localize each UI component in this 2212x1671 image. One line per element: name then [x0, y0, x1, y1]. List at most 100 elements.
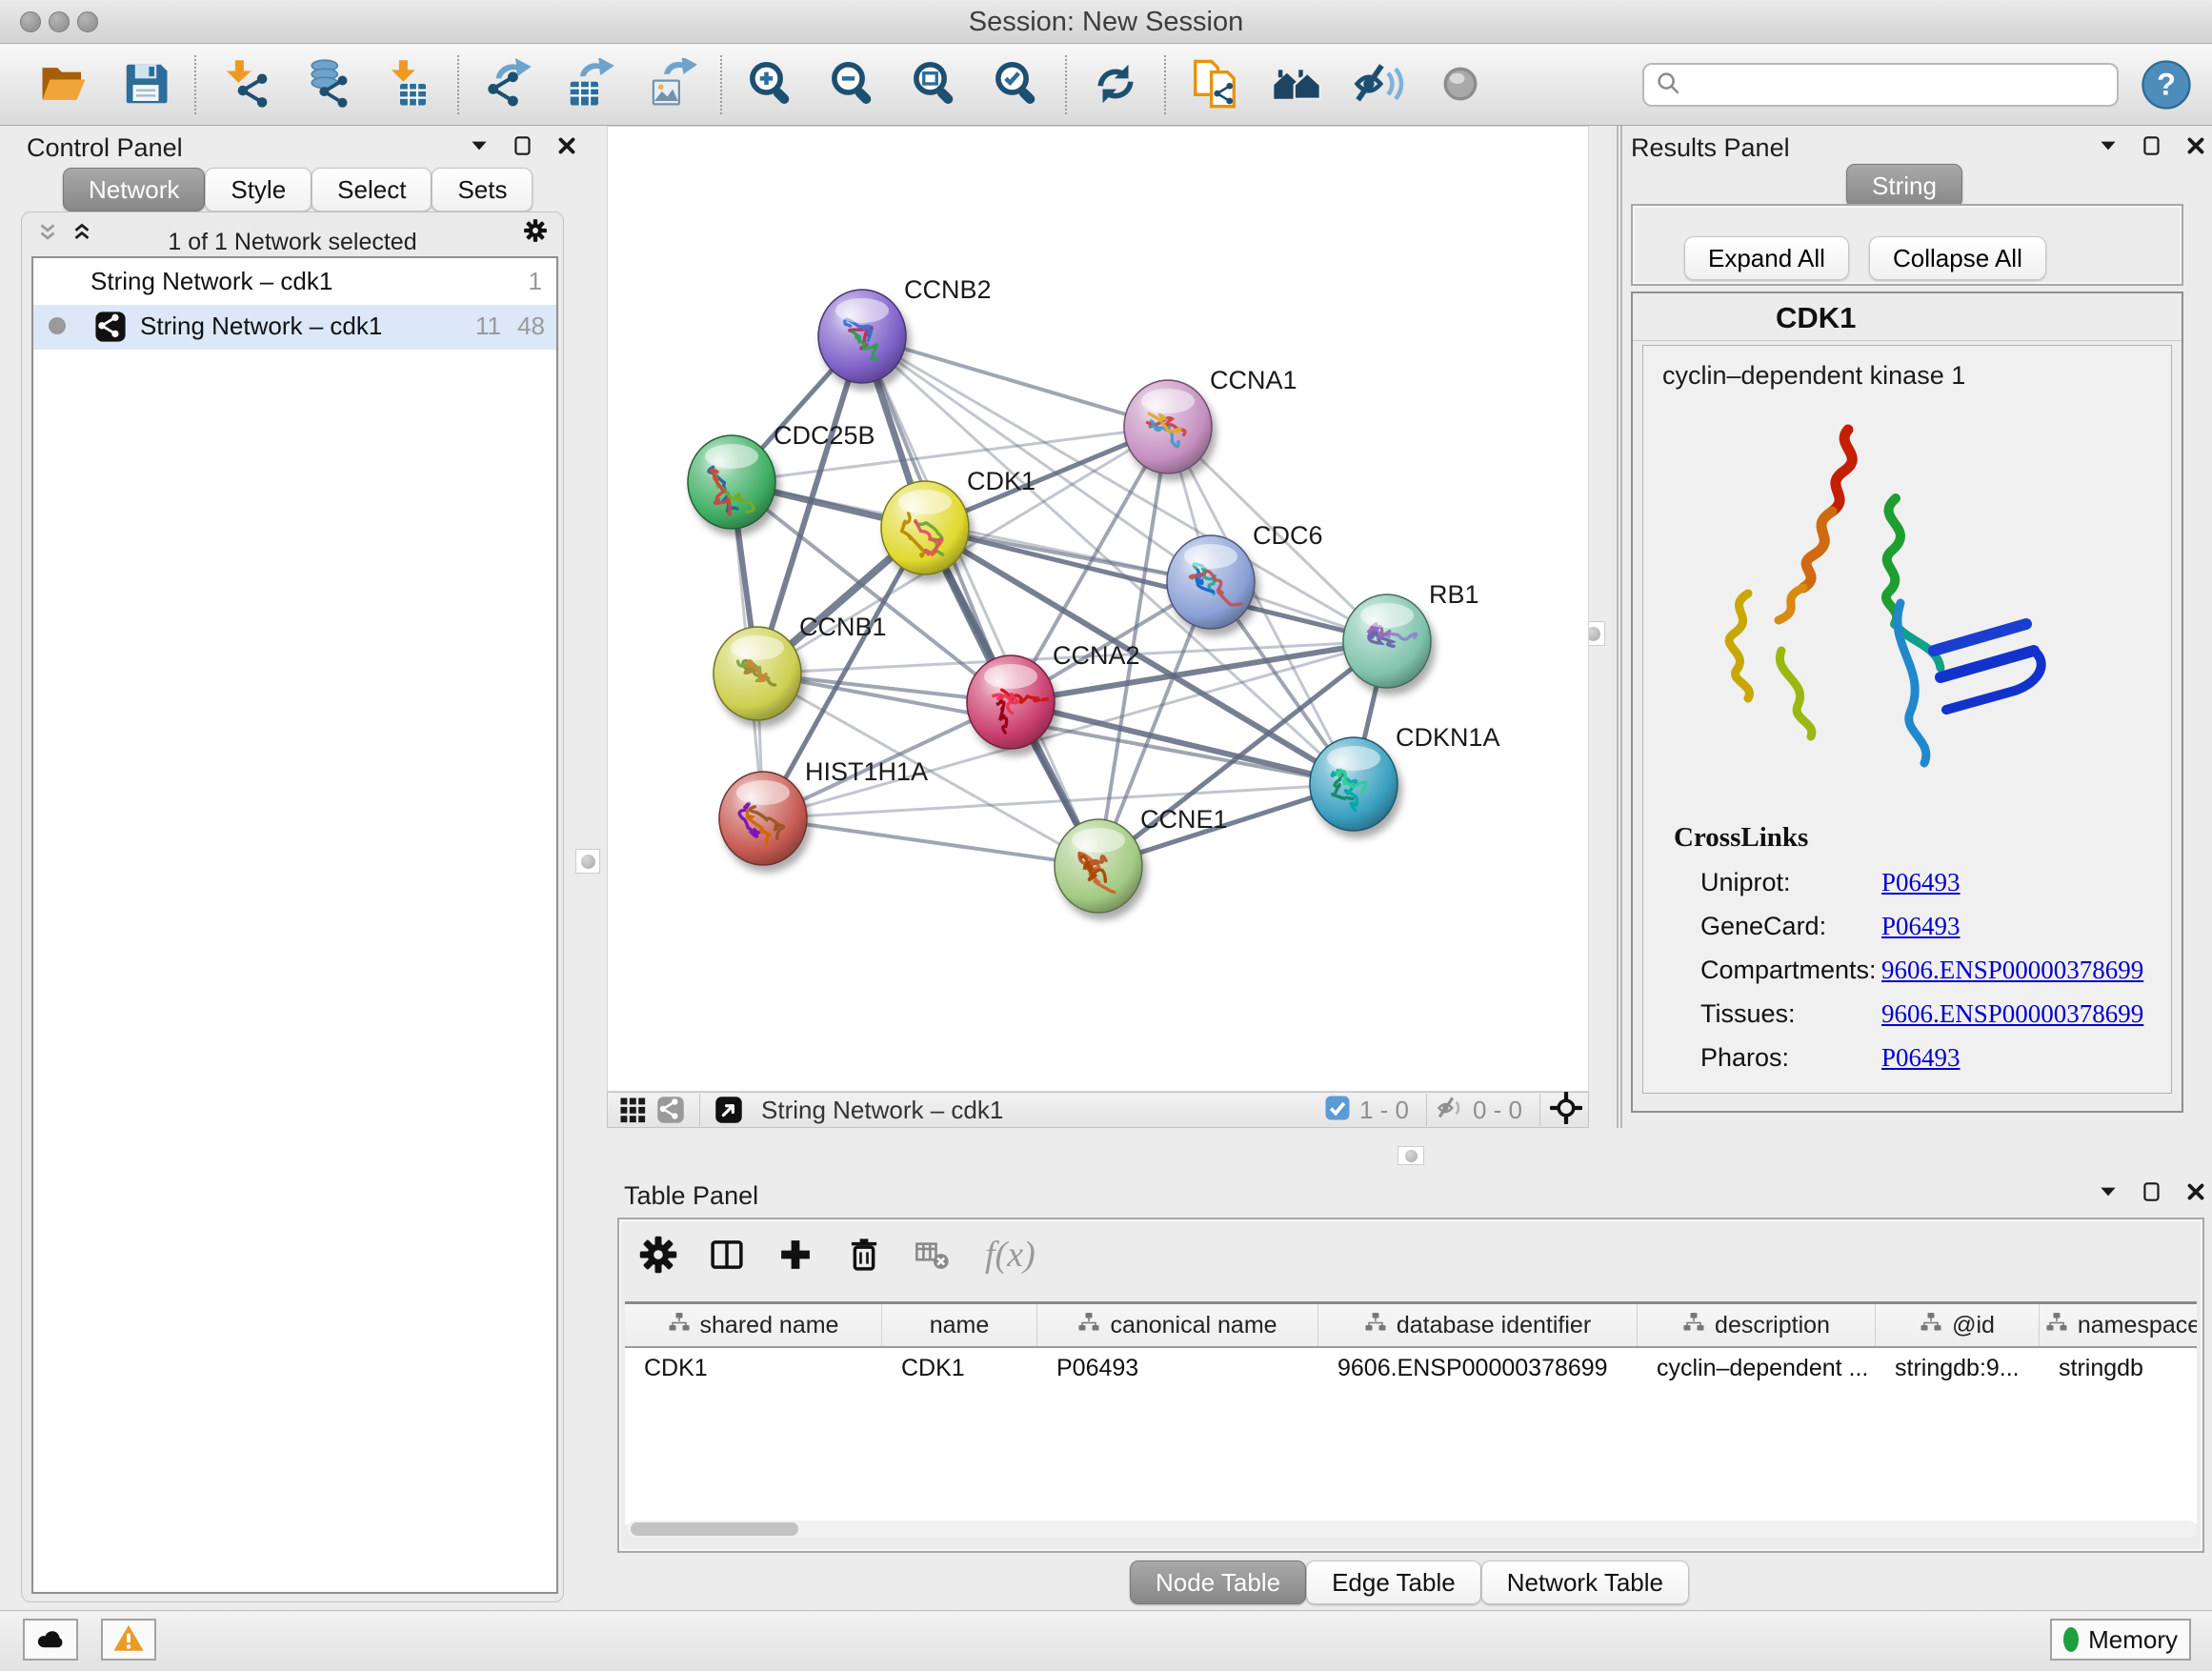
zoom-in-button[interactable]	[730, 50, 812, 119]
import-table-button[interactable]	[368, 50, 450, 119]
crosslink-link[interactable]: P06493	[1881, 912, 1961, 941]
search-box[interactable]	[1642, 63, 2119, 107]
control-panel-close-icon[interactable]	[551, 131, 583, 160]
function-builder-icon[interactable]: f(x)	[979, 1233, 1041, 1277]
results-splitter-line2	[1620, 126, 1622, 1128]
bottom-splitter-handle[interactable]	[1398, 1146, 1424, 1165]
collapse-all-button[interactable]: Collapse All	[1869, 236, 2046, 280]
tab-select[interactable]: Select	[312, 168, 432, 211]
help-button[interactable]: ?	[2140, 58, 2193, 111]
scrollbar-thumb[interactable]	[631, 1522, 798, 1536]
zoom-fit-button[interactable]	[894, 50, 975, 119]
crosslink-label: Tissues:	[1700, 999, 1796, 1028]
results-buttons-card: Expand All Collapse All	[1631, 204, 2183, 286]
warning-icon	[112, 1622, 145, 1658]
node-CDC6[interactable]	[1167, 535, 1255, 629]
tab-node-table[interactable]: Node Table	[1130, 1560, 1306, 1604]
delete-column-icon[interactable]	[842, 1233, 886, 1277]
network-canvas[interactable]: CCNB2CCNA1CDC25BCDK1CDC6RB1CCNB1CCNA2CDK…	[607, 126, 1589, 1092]
column-header-database-identifier[interactable]: database identifier	[1318, 1304, 1638, 1346]
node-HIST1H1A[interactable]	[719, 772, 807, 865]
column-header-shared-name[interactable]: shared name	[625, 1304, 882, 1346]
fit-selected-crosshair-icon[interactable]	[1550, 1092, 1582, 1129]
export-network-button[interactable]	[467, 50, 549, 119]
import-network-database-button[interactable]	[286, 50, 368, 119]
export-image-button[interactable]	[631, 50, 713, 119]
zoom-selected-button[interactable]	[975, 50, 1057, 119]
hidden-eye-slash-icon[interactable]	[1437, 1094, 1465, 1127]
hide-unhide-button[interactable]	[1337, 50, 1419, 119]
network-collection-row[interactable]: String Network – cdk1 1	[33, 260, 556, 305]
results-panel-collapse-icon[interactable]	[2092, 131, 2124, 160]
show-hidden-button[interactable]	[1419, 50, 1501, 119]
control-panel-float-icon[interactable]	[507, 131, 539, 160]
column-header-description[interactable]: description	[1638, 1304, 1876, 1346]
crosslink-row: GeneCard:P06493	[1700, 912, 2158, 956]
crosslink-row: Uniprot:P06493	[1700, 868, 2158, 912]
column-header-namespace[interactable]: namespace	[2040, 1304, 2197, 1346]
node-CCNA2[interactable]	[967, 655, 1055, 749]
table-panel-collapse-icon[interactable]	[2092, 1178, 2124, 1206]
node-CDC25B[interactable]	[688, 435, 775, 529]
save-session-button[interactable]	[105, 50, 187, 119]
left-splitter-handle[interactable]	[575, 849, 600, 874]
expand-all-button[interactable]: Expand All	[1684, 236, 1849, 280]
node-CCNE1[interactable]	[1055, 819, 1142, 913]
export-table-button[interactable]	[549, 50, 631, 119]
node-CDKN1A[interactable]	[1310, 737, 1398, 831]
import-network-button[interactable]	[204, 50, 286, 119]
show-grid-icon[interactable]	[613, 1095, 652, 1125]
node-CCNB1[interactable]	[714, 627, 801, 720]
collection-count: 1	[529, 267, 542, 296]
column-header-@id[interactable]: @id	[1876, 1304, 2040, 1346]
refresh-view-button[interactable]	[1075, 50, 1156, 119]
crosslink-link[interactable]: 9606.ENSP00000378699	[1881, 956, 2143, 985]
warnings-button[interactable]	[101, 1619, 156, 1661]
tab-string[interactable]: String	[1846, 164, 1962, 208]
search-input[interactable]	[1690, 70, 2107, 101]
tab-edge-table[interactable]: Edge Table	[1306, 1560, 1481, 1604]
column-header-canonical-name[interactable]: canonical name	[1037, 1304, 1318, 1346]
results-panel-close-icon[interactable]	[2180, 131, 2212, 160]
tab-style[interactable]: Style	[205, 168, 312, 211]
table-row[interactable]: CDK1CDK1P064939606.ENSP00000378699cyclin…	[625, 1348, 2197, 1390]
selected-checkbox-icon[interactable]	[1323, 1094, 1352, 1127]
tab-sets[interactable]: Sets	[432, 168, 533, 211]
node-RB1[interactable]	[1343, 594, 1431, 688]
zoom-out-button[interactable]	[812, 50, 894, 119]
column-header-name[interactable]: name	[882, 1304, 1037, 1346]
control-panel-collapse-icon[interactable]	[463, 131, 495, 160]
delete-table-icon[interactable]	[911, 1233, 955, 1277]
add-column-icon[interactable]	[774, 1233, 817, 1277]
node-CCNA1[interactable]	[1124, 380, 1212, 473]
node-CDK1[interactable]	[881, 481, 969, 574]
memory-button[interactable]: Memory	[2050, 1619, 2191, 1661]
open-session-button[interactable]	[23, 50, 105, 119]
crosslink-link[interactable]: P06493	[1881, 1043, 1961, 1073]
crosslink-link[interactable]: 9606.ENSP00000378699	[1881, 999, 2143, 1029]
cloud-button[interactable]	[23, 1619, 78, 1661]
tab-network-table[interactable]: Network Table	[1481, 1560, 1689, 1604]
share-network-icon[interactable]	[652, 1095, 690, 1125]
show-columns-icon[interactable]	[705, 1233, 749, 1277]
tab-network[interactable]: Network	[63, 168, 205, 211]
table-panel-float-icon[interactable]	[2136, 1178, 2168, 1206]
crosslink-row: Tissues: 9606.ENSP00000378699	[1700, 999, 2158, 1043]
network-options-gear-icon[interactable]	[519, 216, 552, 245]
table-cell: 9606.ENSP00000378699	[1318, 1348, 1638, 1390]
crosslinks-title: CrossLinks	[1674, 822, 1808, 854]
table-horizontal-scrollbar[interactable]	[627, 1520, 2197, 1538]
results-panel-float-icon[interactable]	[2136, 131, 2168, 160]
table-panel-close-icon[interactable]	[2180, 1178, 2212, 1206]
edge-layer[interactable]	[732, 336, 1387, 866]
string-import-button[interactable]	[1174, 50, 1256, 119]
string-home-button[interactable]	[1256, 50, 1337, 119]
crosslink-link[interactable]: P06493	[1881, 868, 1961, 897]
birdseye-view-icon[interactable]	[710, 1095, 748, 1125]
node-CCNB2[interactable]	[818, 290, 906, 383]
status-bar: Memory	[0, 1610, 2212, 1671]
gene-header-row[interactable]: CDK1	[1633, 293, 2182, 341]
cloud-icon	[34, 1622, 67, 1658]
table-options-gear-icon[interactable]	[636, 1233, 680, 1277]
network-row[interactable]: String Network – cdk1 11 48	[33, 305, 556, 350]
